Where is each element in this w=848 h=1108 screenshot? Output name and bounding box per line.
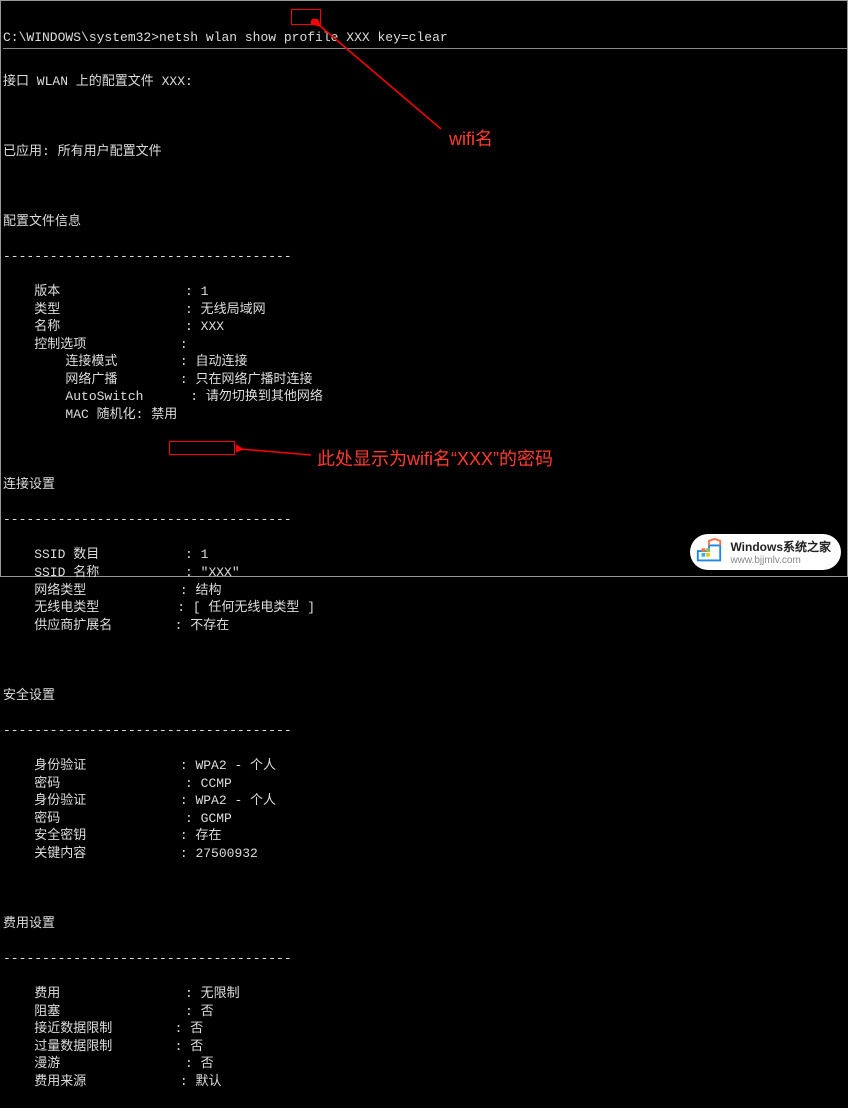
row-value: 请勿切换到其他网络 xyxy=(206,389,323,404)
row-value: 1 xyxy=(201,547,209,562)
row-label: 版本 xyxy=(3,284,185,299)
row-value: 否 xyxy=(190,1021,203,1036)
row-value: WPA2 - 个人 xyxy=(195,793,276,808)
row-label: 阻塞 xyxy=(3,1004,185,1019)
row-label: SSID 数目 xyxy=(3,547,185,562)
output-row: 漫游 : 否 xyxy=(3,1055,847,1073)
output-row: 网络广播 : 只在网络广播时连接 xyxy=(3,371,847,389)
row-label: 网络广播 xyxy=(3,372,180,387)
row-value: 27500932 xyxy=(195,846,257,861)
output-row: 连接模式 : 自动连接 xyxy=(3,353,847,371)
row-label: 关键内容 xyxy=(3,846,180,861)
output-row: 费用来源 : 默认 xyxy=(3,1073,847,1091)
output-row: 接近数据限制 : 否 xyxy=(3,1020,847,1038)
row-label: 接近数据限制 xyxy=(3,1021,175,1036)
row-label: 控制选项 xyxy=(3,337,180,352)
row-value: 自动连接 xyxy=(195,354,247,369)
row-value: GCMP xyxy=(201,811,232,826)
dashes: ------------------------------------- xyxy=(3,511,847,529)
row-label: 身份验证 xyxy=(3,793,180,808)
output-row: 网络类型 : 结构 xyxy=(3,582,847,600)
output-row: 安全密钥 : 存在 xyxy=(3,827,847,845)
dashes: ------------------------------------- xyxy=(3,248,847,266)
row-label: AutoSwitch xyxy=(3,389,190,404)
row-value: 无线局域网 xyxy=(201,302,266,317)
output-row: 密码 : GCMP xyxy=(3,810,847,828)
section-security: 安全设置 xyxy=(3,687,847,705)
command-post: key=clear xyxy=(370,30,448,45)
row-value: 无限制 xyxy=(201,986,240,1001)
row-label: 类型 xyxy=(3,302,185,317)
output-row: 名称 : XXX xyxy=(3,318,847,336)
row-value: XXX xyxy=(201,319,224,334)
output-row: 供应商扩展名 : 不存在 xyxy=(3,617,847,635)
output-row: 密码 : CCMP xyxy=(3,775,847,793)
dashes: ------------------------------------- xyxy=(3,722,847,740)
row-value: 不存在 xyxy=(190,618,229,633)
row-value: CCMP xyxy=(201,776,232,791)
section-connection: 连接设置 xyxy=(3,476,847,494)
dashes: ------------------------------------- xyxy=(3,950,847,968)
row-value: 结构 xyxy=(195,583,221,598)
output-row: MAC 随机化: 禁用 xyxy=(3,406,847,424)
row-label: 名称 xyxy=(3,319,185,334)
section-cost: 费用设置 xyxy=(3,915,847,933)
row-value: 1 xyxy=(201,284,209,299)
row-label: 漫游 xyxy=(3,1056,185,1071)
row-label: 过量数据限制 xyxy=(3,1039,175,1054)
output-row: 无线电类型 : [ 任何无线电类型 ] xyxy=(3,599,847,617)
section-profile-info: 配置文件信息 xyxy=(3,213,847,231)
output-row: 类型 : 无线局域网 xyxy=(3,301,847,319)
watermark-badge: Windows系统之家 www.bjjmlv.com xyxy=(690,534,841,570)
command-profile-arg: XXX xyxy=(346,30,369,45)
row-value: 否 xyxy=(201,1004,214,1019)
command-pre: netsh wlan show profile xyxy=(159,30,346,45)
row-value: 否 xyxy=(201,1056,214,1071)
row-value: [ 任何无线电类型 ] xyxy=(193,600,315,615)
row-label: 网络类型 xyxy=(3,583,180,598)
watermark-url: www.bjjmlv.com xyxy=(730,555,831,566)
row-value: 只在网络广播时连接 xyxy=(195,372,312,387)
windows-icon xyxy=(694,538,724,566)
row-label: 供应商扩展名 xyxy=(3,618,175,633)
output-row: AutoSwitch : 请勿切换到其他网络 xyxy=(3,388,847,406)
watermark-title: Windows系统之家 xyxy=(730,538,831,555)
output-row: 控制选项 : xyxy=(3,336,847,354)
output-row: 版本 : 1 xyxy=(3,283,847,301)
row-value: 默认 xyxy=(195,1074,221,1089)
row-value: WPA2 - 个人 xyxy=(195,758,276,773)
output-row: 身份验证 : WPA2 - 个人 xyxy=(3,757,847,775)
row-label: 安全密钥 xyxy=(3,828,180,843)
interface-line: 接口 WLAN 上的配置文件 XXX: xyxy=(3,73,847,91)
row-label: 费用 xyxy=(3,986,185,1001)
row-label: 无线电类型 xyxy=(3,600,177,615)
row-label: SSID 名称 xyxy=(3,565,185,580)
output-row: 身份验证 : WPA2 - 个人 xyxy=(3,792,847,810)
output-row: 费用 : 无限制 xyxy=(3,985,847,1003)
row-value: 否 xyxy=(190,1039,203,1054)
row-label: 费用来源 xyxy=(3,1074,180,1089)
output-row: 阻塞 : 否 xyxy=(3,1003,847,1021)
output-row: 关键内容 : 27500932 xyxy=(3,845,847,863)
applied-line: 已应用: 所有用户配置文件 xyxy=(3,143,847,161)
prompt-path: C:\WINDOWS\system32> xyxy=(3,30,159,45)
row-label: 密码 xyxy=(3,811,185,826)
row-label: MAC 随机化: 禁用 xyxy=(3,407,177,422)
row-label: 连接模式 xyxy=(3,354,180,369)
row-value: "XXX" xyxy=(201,565,240,580)
row-label: 身份验证 xyxy=(3,758,180,773)
output-row: 过量数据限制 : 否 xyxy=(3,1038,847,1056)
row-label: 密码 xyxy=(3,776,185,791)
row-value: 存在 xyxy=(195,828,221,843)
